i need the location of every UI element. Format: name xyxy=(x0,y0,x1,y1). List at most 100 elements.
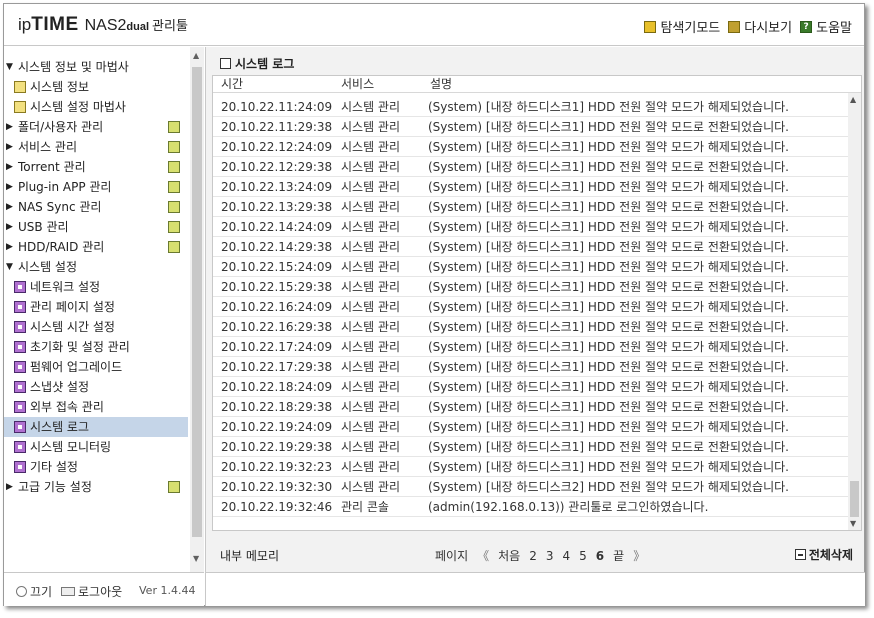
reload-icon xyxy=(728,20,741,33)
delete-all-button[interactable]: 전체삭제 xyxy=(794,546,853,563)
sidebar-item-label: 네트워크 설정 xyxy=(30,280,101,294)
sidebar-item[interactable]: 시스템 로그 xyxy=(4,417,188,437)
sidebar-item[interactable]: 기타 설정 xyxy=(4,457,188,477)
panel-title: 시스템 로그 xyxy=(220,55,294,72)
main-panel: 시스템 로그 시간 서비스 설명 20.10.22.11:24:09 시스템 관리… xyxy=(205,47,865,606)
collapsed-arrow-icon[interactable]: ▶ xyxy=(6,177,13,197)
sidebar-scroll-thumb[interactable] xyxy=(192,67,202,537)
sidebar-item[interactable]: ▶ 서비스 관리 xyxy=(4,137,188,157)
sidebar-item[interactable]: 펌웨어 업그레이드 xyxy=(4,357,188,377)
page-link[interactable]: 4 xyxy=(563,549,571,563)
log-scroll-down-icon[interactable]: ▼ xyxy=(850,519,856,528)
current-page-link[interactable]: 6 xyxy=(596,549,604,563)
log-time-cell: 20.10.22.17:24:09 xyxy=(221,340,333,354)
scroll-down-icon[interactable]: ▼ xyxy=(193,554,199,563)
log-time-cell: 20.10.22.14:29:38 xyxy=(221,240,333,254)
collapsed-arrow-icon[interactable]: ▶ xyxy=(6,217,13,237)
collapsed-arrow-icon[interactable]: ▶ xyxy=(6,117,13,137)
delete-icon xyxy=(794,549,806,560)
prev-page-icon[interactable]: 《 xyxy=(477,547,489,564)
app-window: ipTIME NAS2dual 관리툴 탐색기모드 다시보기 ? 도움말 ▼ 시스템 … xyxy=(3,3,865,606)
plugin-icon xyxy=(168,181,180,193)
page-link[interactable]: 2 xyxy=(529,549,537,563)
sidebar-item[interactable]: 시스템 모니터링 xyxy=(4,437,188,457)
log-desc-cell: (System) [내장 하드디스크1] HDD 전원 절약 모드가 해제되었습… xyxy=(428,220,789,234)
version-label: Ver 1.4.44 xyxy=(139,584,196,597)
col-service-header: 서비스 xyxy=(341,77,375,91)
sidebar-scrollbar[interactable]: ▲ ▼ xyxy=(190,47,204,573)
log-time-cell: 20.10.22.14:24:09 xyxy=(221,220,333,234)
first-page-link[interactable]: 처음 xyxy=(498,547,520,564)
expanded-arrow-icon[interactable]: ▼ xyxy=(6,57,13,77)
brand-nas: NAS2 xyxy=(84,17,127,34)
log-service-cell: 시스템 관리 xyxy=(341,340,401,354)
log-service-cell: 시스템 관리 xyxy=(341,400,401,414)
log-desc-cell: (System) [내장 하드디스크1] HDD 전원 절약 모드가 해제되었습… xyxy=(428,420,789,434)
log-service-cell: 시스템 관리 xyxy=(341,180,401,194)
collapsed-arrow-icon[interactable]: ▶ xyxy=(6,237,13,257)
log-desc-cell: (System) [내장 하드디스크1] HDD 전원 절약 모드로 전환되었습… xyxy=(428,360,789,374)
reload-button[interactable]: 다시보기 xyxy=(728,17,792,36)
log-scroll-up-icon[interactable]: ▲ xyxy=(850,95,856,104)
sidebar-item[interactable]: ▶ Plug-in APP 관리 xyxy=(4,177,188,197)
log-table-header: 시간 서비스 설명 xyxy=(213,76,861,93)
sidebar-item[interactable]: ▶ USB 관리 xyxy=(4,217,188,237)
log-scrollbar[interactable]: ▲ ▼ xyxy=(848,93,861,530)
collapsed-arrow-icon[interactable]: ▶ xyxy=(6,477,13,497)
sidebar-item[interactable]: 스냅샷 설정 xyxy=(4,377,188,397)
log-desc-cell: (System) [내장 하드디스크1] HDD 전원 절약 모드가 해제되었습… xyxy=(428,460,789,474)
table-row: 20.10.22.14:24:09 시스템 관리 (System) [내장 하드디스… xyxy=(213,217,848,237)
sidebar-nav: ▼ 시스템 정보 및 마법사 시스템 정보 시스템 설정 마법사 ▶ 폴더/사용자 관리 ▶… xyxy=(4,47,190,573)
power-icon xyxy=(16,586,27,597)
sidebar-item[interactable]: 시스템 설정 마법사 xyxy=(4,97,188,117)
collapsed-arrow-icon[interactable]: ▶ xyxy=(6,197,13,217)
sidebar-item[interactable]: 네트워크 설정 xyxy=(4,277,188,297)
last-page-link[interactable]: 끝 xyxy=(613,547,624,564)
sidebar-item[interactable]: ▶ 폴더/사용자 관리 xyxy=(4,117,188,137)
sidebar-item[interactable]: 외부 접속 관리 xyxy=(4,397,188,417)
log-desc-cell: (admin(192.168.0.13)) 관리툴로 로그인하였습니다. xyxy=(428,500,709,514)
sidebar-item[interactable]: 시스템 시간 설정 xyxy=(4,317,188,337)
expanded-arrow-icon[interactable]: ▼ xyxy=(6,257,13,277)
log-time-cell: 20.10.22.16:29:38 xyxy=(221,320,333,334)
settings-icon xyxy=(14,461,26,473)
sidebar-item[interactable]: ▼ 시스템 설정 xyxy=(4,257,188,277)
table-row: 20.10.22.19:32:30 시스템 관리 (System) [내장 하드디스… xyxy=(213,477,848,497)
page-link[interactable]: 3 xyxy=(546,549,554,563)
next-page-icon[interactable]: 》 xyxy=(633,547,645,564)
help-button[interactable]: ? 도움말 xyxy=(800,17,852,36)
logout-button[interactable]: 로그아웃 xyxy=(61,583,122,600)
sidebar-item-label: 서비스 관리 xyxy=(18,140,78,154)
sidebar-item[interactable]: 관리 페이지 설정 xyxy=(4,297,188,317)
scroll-up-icon[interactable]: ▲ xyxy=(193,51,199,60)
log-desc-cell: (System) [내장 하드디스크1] HDD 전원 절약 모드로 전환되었습… xyxy=(428,120,789,134)
delete-all-label: 전체삭제 xyxy=(808,548,853,562)
collapsed-arrow-icon[interactable]: ▶ xyxy=(6,157,13,177)
service-icon xyxy=(168,141,180,153)
table-row: 20.10.22.19:29:38 시스템 관리 (System) [내장 하드디스… xyxy=(213,437,848,457)
table-row: 20.10.22.12:29:38 시스템 관리 (System) [내장 하드디스… xyxy=(213,157,848,177)
sidebar-item[interactable]: ▶ NAS Sync 관리 xyxy=(4,197,188,217)
sidebar-item[interactable]: ▶ HDD/RAID 관리 xyxy=(4,237,188,257)
log-time-cell: 20.10.22.15:29:38 xyxy=(221,280,333,294)
sidebar-item[interactable]: 초기화 및 설정 관리 xyxy=(4,337,188,357)
sidebar-item[interactable]: ▶ 고급 기능 설정 xyxy=(4,477,188,497)
sidebar-item-label: Torrent 관리 xyxy=(18,160,86,174)
top-menu: 탐색기모드 다시보기 ? 도움말 xyxy=(644,17,852,36)
explorer-mode-button[interactable]: 탐색기모드 xyxy=(644,17,720,36)
log-time-cell: 20.10.22.13:24:09 xyxy=(221,180,333,194)
log-service-cell: 시스템 관리 xyxy=(341,380,401,394)
sidebar-item[interactable]: ▼ 시스템 정보 및 마법사 xyxy=(4,57,188,77)
settings-icon xyxy=(14,341,26,353)
sidebar-item[interactable]: 시스템 정보 xyxy=(4,77,188,97)
internal-memory-button[interactable]: 내부 메모리 xyxy=(220,547,279,564)
power-off-button[interactable]: 끄기 xyxy=(16,583,52,600)
sidebar-item-label: 시스템 모니터링 xyxy=(30,440,112,454)
header-bar: ipTIME NAS2dual 관리툴 탐색기모드 다시보기 ? 도움말 xyxy=(4,4,864,46)
log-scroll-thumb[interactable] xyxy=(850,481,859,517)
log-service-cell: 시스템 관리 xyxy=(341,160,401,174)
table-row: 20.10.22.13:24:09 시스템 관리 (System) [내장 하드디스… xyxy=(213,177,848,197)
collapsed-arrow-icon[interactable]: ▶ xyxy=(6,137,13,157)
sidebar-item[interactable]: ▶ Torrent 관리 xyxy=(4,157,188,177)
page-link[interactable]: 5 xyxy=(579,549,587,563)
